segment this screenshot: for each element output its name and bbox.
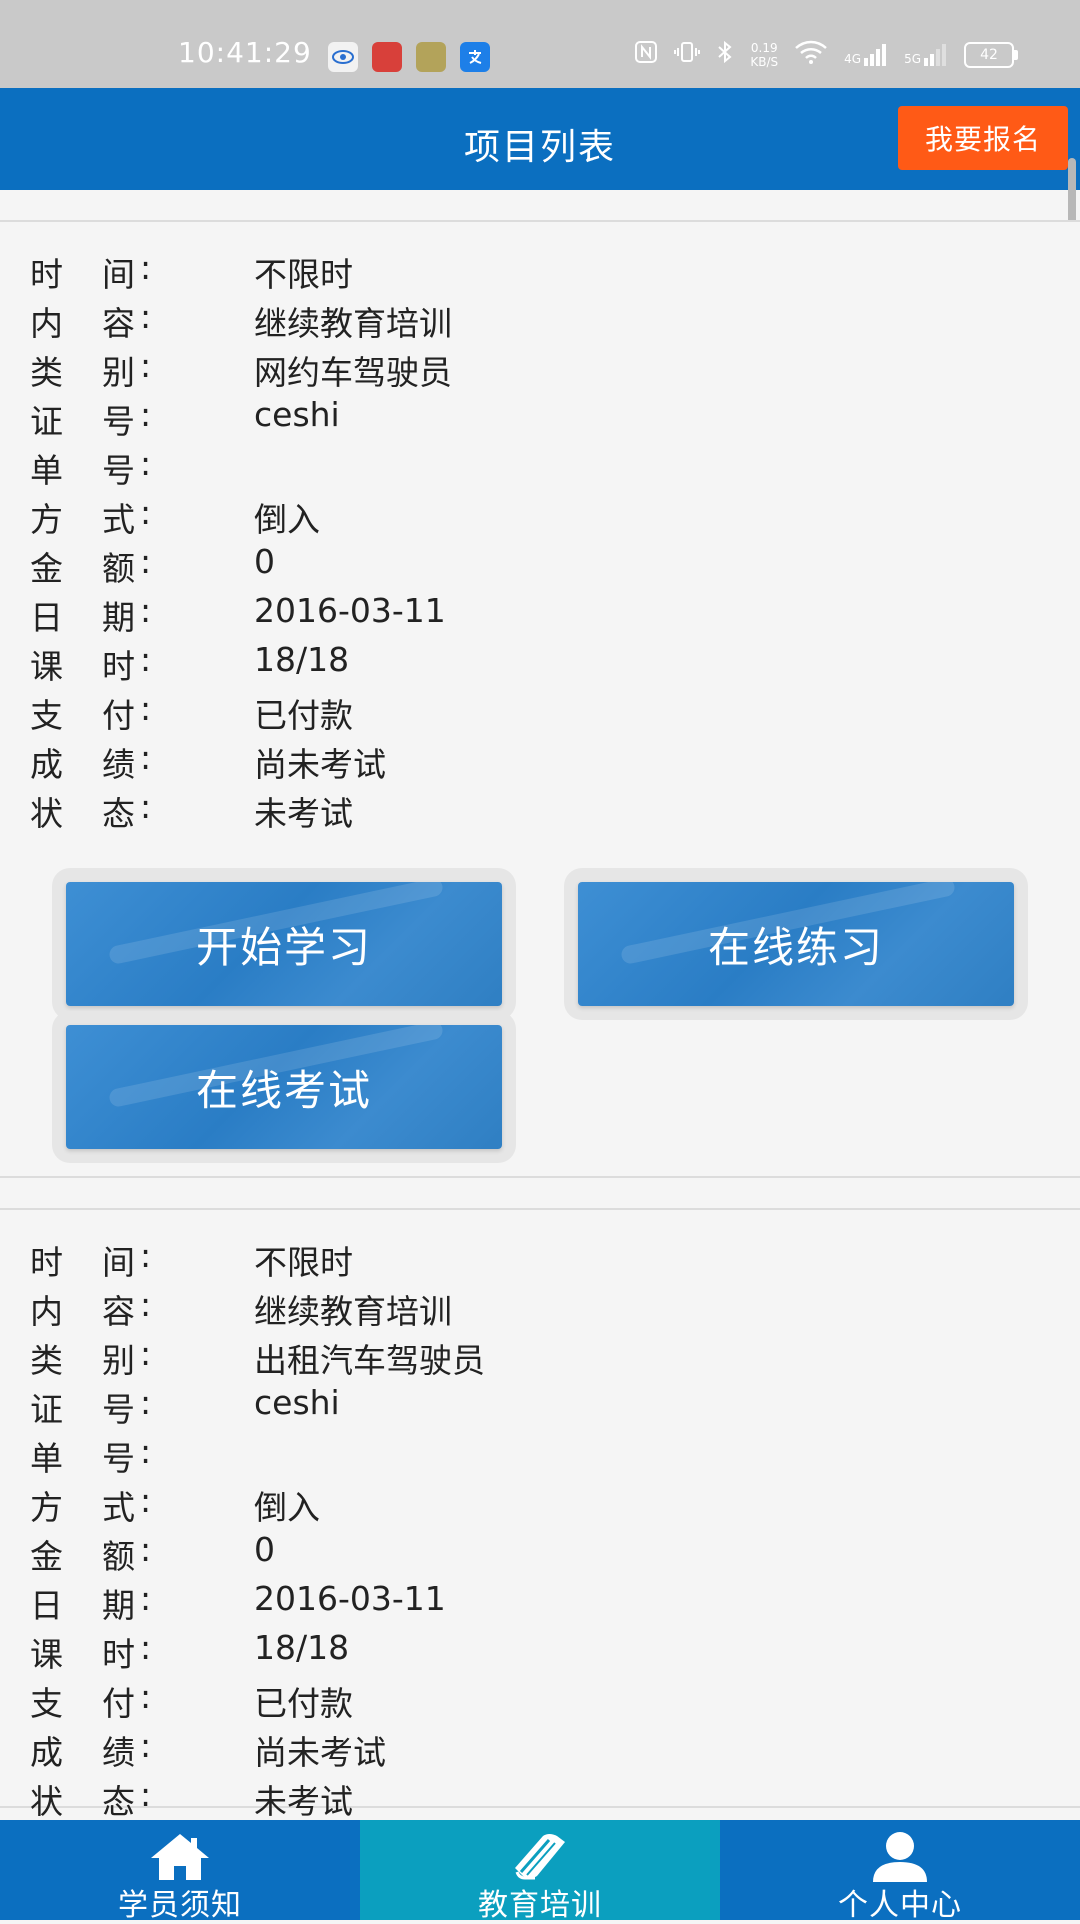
app-header: 项目列表 我要报名 [0, 88, 1080, 190]
photo-app-icon [416, 42, 446, 72]
value-payment: 已付款 [254, 696, 353, 735]
bottom-nav: 学员须知 教育培训 个人中心 [0, 1820, 1080, 1923]
value-time: 不限时 [254, 255, 353, 294]
project-card: 时间: 不限时 内容: 继续教育培训 类别: 网约车驾驶员 证号: ceshi … [0, 220, 1080, 1178]
value-date: 2016-03-11 [254, 591, 446, 630]
value-cert-no: ceshi [254, 395, 340, 434]
online-exam-wrapper: 在线考试 [52, 1011, 516, 1163]
vibrate-icon [674, 40, 701, 69]
status-time: 10:41:29 [178, 36, 312, 69]
value-category: 网约车驾驶员 [254, 353, 452, 392]
book-icon [515, 1834, 565, 1880]
start-study-button[interactable]: 开始学习 [66, 882, 502, 1006]
nfc-icon [634, 40, 658, 69]
value-time: 不限时 [254, 1243, 353, 1282]
red-app-icon [372, 42, 402, 72]
value-hours: 18/18 [254, 640, 350, 679]
value-method: 倒入 [254, 1488, 320, 1527]
value-score: 尚未考试 [254, 745, 386, 784]
status-indicators: 0.19 KB/S 4G 5G 42 [634, 40, 1018, 69]
status-app-icons [328, 42, 490, 72]
nav-item-notice[interactable]: 学员须知 [0, 1820, 360, 1923]
value-score: 尚未考试 [254, 1733, 386, 1772]
project-card: 时间: 不限时 内容: 继续教育培训 类别: 出租汽车驾驶员 证号: ceshi… [0, 1208, 1080, 1821]
nav-label-notice: 学员须知 [118, 1888, 242, 1923]
value-cert-no: ceshi [254, 1383, 340, 1422]
user-icon [873, 1832, 927, 1882]
value-payment: 已付款 [254, 1684, 353, 1723]
value-status: 未考试 [254, 1782, 353, 1821]
value-category: 出租汽车驾驶员 [254, 1341, 485, 1380]
home-icon [151, 1834, 209, 1880]
eye-app-icon [328, 42, 358, 72]
value-date: 2016-03-11 [254, 1579, 446, 1618]
value-content: 继续教育培训 [254, 304, 452, 343]
value-amount: 0 [254, 542, 275, 581]
register-button[interactable]: 我要报名 [898, 106, 1068, 170]
battery-icon: 42 [964, 41, 1018, 68]
value-method: 倒入 [254, 500, 320, 539]
status-bar: 10:41:29 0.19 KB/S 4G 5G 42 [0, 0, 1080, 88]
value-status: 未考试 [254, 794, 353, 833]
online-practice-wrapper: 在线练习 [564, 868, 1028, 1020]
value-content: 继续教育培训 [254, 1292, 452, 1331]
value-amount: 0 [254, 1530, 275, 1569]
alipay-icon [460, 42, 490, 72]
network-speed: 0.19 KB/S [750, 40, 779, 69]
bluetooth-icon [716, 40, 734, 69]
signal-5g-icon: 5G [904, 43, 948, 66]
nav-item-training[interactable]: 教育培训 [360, 1820, 720, 1923]
nav-item-profile[interactable]: 个人中心 [720, 1820, 1080, 1923]
online-exam-button[interactable]: 在线考试 [66, 1025, 502, 1149]
value-hours: 18/18 [254, 1628, 350, 1667]
wifi-icon [794, 40, 828, 69]
online-practice-button[interactable]: 在线练习 [578, 882, 1014, 1006]
signal-4g-icon: 4G [844, 43, 888, 66]
start-study-wrapper: 开始学习 [52, 868, 516, 1020]
nav-label-profile: 个人中心 [838, 1888, 962, 1923]
nav-label-training: 教育培训 [478, 1888, 602, 1923]
